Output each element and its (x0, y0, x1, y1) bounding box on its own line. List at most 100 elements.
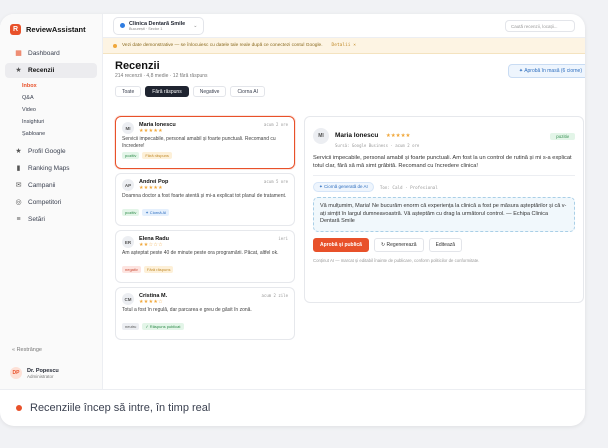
sentiment-tag: neutru (122, 323, 140, 330)
regenerate-button[interactable]: ↻ Regenerează (373, 237, 424, 252)
status-tag: Fără răspuns (142, 152, 172, 159)
sidebar-item-campanii[interactable]: ✉ Campanii (5, 178, 97, 193)
tab-negative[interactable]: Negative (192, 86, 227, 97)
avatar: DP (10, 367, 22, 379)
status-tag: ✓ Răspuns publicat (142, 323, 184, 330)
sliders-icon: ≡ (16, 216, 21, 223)
search-input[interactable]: Caută recenzii, locații... (505, 19, 575, 32)
tab-ciorna-ai[interactable]: Ciorna AI (230, 86, 266, 97)
target-icon: ◎ (15, 199, 22, 206)
tab-toate[interactable]: Toate (115, 86, 142, 97)
user-role: Administrator (27, 373, 54, 379)
demo-banner: Vezi date demonstrative — se înlocuiesc … (103, 38, 585, 54)
page-subtitle: 214 recenzii · 4,8 medie · 12 fără răspu… (115, 73, 208, 79)
sidebar-item-label: Competitori (28, 199, 62, 206)
review-detail-panel: MI Maria Ionescu ★★★★★ Sursă: Google Bus… (304, 116, 584, 303)
approve-publish-button[interactable]: Aprobă și publică (313, 237, 369, 252)
avatar: MI (122, 122, 134, 134)
star-rating: ★★★★☆ (139, 299, 163, 305)
review-text: Am așteptat peste 40 de minute peste ora… (122, 250, 279, 256)
review-time: acum 2 zile (261, 293, 289, 298)
user-profile[interactable]: DP Dr. Popescu Administrator (10, 367, 59, 379)
review-time: ieri (278, 236, 288, 241)
sidebar-item-ranking-maps[interactable]: ▮ Ranking Maps (5, 161, 97, 176)
filter-tabs: Toate Fără răspuns Negative Ciorna AI (103, 86, 585, 97)
sidebar: R ReviewAssistant ▦ Dashboard ★ Recenzii… (0, 14, 103, 389)
page-title: Recenzii (115, 60, 160, 72)
sidebar-subitem-qa[interactable]: Q&A (0, 92, 102, 104)
review-card[interactable]: MI Maria Ionescu ★★★★★ acum 2 ore Servic… (115, 116, 295, 169)
sidebar-item-label: Profil Google (28, 148, 66, 155)
live-dot-icon (16, 405, 22, 411)
tab-fara-raspuns[interactable]: Fără răspuns (145, 86, 189, 97)
ai-compliance-note: Conținut AI — marcat și editabil înainte… (313, 257, 480, 263)
star-icon: ★ (15, 67, 22, 74)
sidebar-item-label: Dashboard (28, 50, 60, 57)
avatar: CM (122, 293, 134, 305)
avatar: MI (313, 128, 329, 144)
banner-details-link[interactable]: Detalii × (332, 43, 356, 48)
caption-text: Recenziile încep să intre, în timp real (30, 402, 211, 414)
info-dot-icon (113, 43, 117, 48)
sentiment-tag: pozitiv (122, 209, 140, 216)
brand-name: ReviewAssistant (26, 25, 86, 34)
reviewer-name: Maria Ionescu (335, 132, 379, 139)
clinic-name: Clinica Dentară Smile (129, 20, 186, 27)
user-name: Dr. Popescu (27, 367, 59, 374)
sentiment-badge: pozitiv (550, 132, 575, 140)
sidebar-subitem-sabloane[interactable]: Șabloane (0, 128, 102, 140)
sidebar-subitem-insighturi[interactable]: Insighturi (0, 116, 102, 128)
topbar: Clinica Dentară Smile București · Sector… (103, 14, 585, 38)
grid-icon: ▦ (15, 50, 22, 57)
review-text: Doamna doctor a fost foarte atentă și mi… (122, 193, 287, 199)
bulk-approve-button[interactable]: ✦ Aprobă în masă (6 ciorne) (507, 64, 585, 78)
sentiment-tag: negativ (122, 266, 141, 273)
sidebar-item-label: Campanii (28, 182, 56, 189)
clinic-selector[interactable]: Clinica Dentară Smile București · Sector… (113, 16, 205, 35)
review-text: Totul a fost în regulă, dar parcarea e g… (122, 307, 252, 313)
sidebar-subitem-video[interactable]: Video (0, 104, 102, 116)
review-card[interactable]: CM Cristina M. ★★★★☆ acum 2 zile Totul a… (115, 287, 295, 340)
review-time: acum 5 ore (263, 179, 288, 184)
sidebar-item-label: Recenzii (28, 67, 55, 74)
review-full-text: Servicii impecabile, personal amabil și … (313, 154, 575, 176)
star-rating: ★★★★★ (139, 128, 163, 134)
bar-chart-icon: ▮ (16, 165, 21, 172)
collapse-sidebar-button[interactable]: « Restrânge (12, 347, 42, 353)
review-card[interactable]: ER Elena Radu ★★☆☆☆ ieri Am așteptat pes… (115, 230, 295, 283)
sidebar-subitem-inbox[interactable]: Inbox (0, 80, 102, 92)
sidebar-item-competitori[interactable]: ◎ Competitori (5, 195, 97, 210)
star-rating: ★★☆☆☆ (139, 242, 163, 248)
star-rating: ★★★★★ (139, 185, 163, 191)
sidebar-item-profil-google[interactable]: ★ Profil Google (5, 144, 97, 159)
page-header: Recenzii 214 recenzii · 4,8 medie · 12 f… (103, 54, 585, 84)
avatar: AP (122, 179, 134, 191)
sidebar-item-recenzii[interactable]: ★ Recenzii (5, 63, 97, 78)
ai-reply-draft[interactable]: Vă mulțumim, Maria! Ne bucurăm enorm că … (313, 197, 575, 232)
ai-tone-label: Ton: Cald · Profesional (379, 184, 438, 190)
mail-icon: ✉ (15, 182, 22, 189)
brand: R ReviewAssistant (0, 14, 102, 44)
sidebar-item-label: Ranking Maps (28, 165, 70, 172)
banner-text: Vezi date demonstrative — se înlocuiesc … (122, 43, 323, 48)
avatar: ER (122, 236, 134, 248)
chevron-down-icon: ⌄ (193, 22, 198, 29)
review-source: Sursă: Google Business · acum 2 ore (335, 143, 420, 148)
review-list: MI Maria Ionescu ★★★★★ acum 2 ore Servic… (115, 116, 295, 344)
sidebar-item-setari[interactable]: ≡ Setări (5, 212, 97, 227)
star-icon: ★ (15, 148, 22, 155)
star-rating: ★★★★★ (385, 133, 411, 139)
status-tag: Fără răspuns (143, 266, 174, 273)
edit-button[interactable]: Editează (428, 237, 463, 252)
clinic-location: București · Sector 1 (129, 26, 163, 31)
sentiment-tag: pozitiv (122, 152, 140, 159)
app-window: R ReviewAssistant ▦ Dashboard ★ Recenzii… (0, 14, 585, 390)
sidebar-item-label: Setări (28, 216, 45, 223)
review-card[interactable]: AP Andrei Pop ★★★★★ acum 5 ore Doamna do… (115, 173, 295, 226)
review-time: acum 2 ore (263, 122, 288, 127)
ai-draft-badge: ✦ Ciornă generată de AI (313, 182, 374, 192)
main-content: Clinica Dentară Smile București · Sector… (103, 14, 585, 389)
location-dot-icon (120, 23, 125, 28)
status-tag: ✦ Ciornă AI (142, 209, 170, 216)
sidebar-item-dashboard[interactable]: ▦ Dashboard (5, 46, 97, 61)
